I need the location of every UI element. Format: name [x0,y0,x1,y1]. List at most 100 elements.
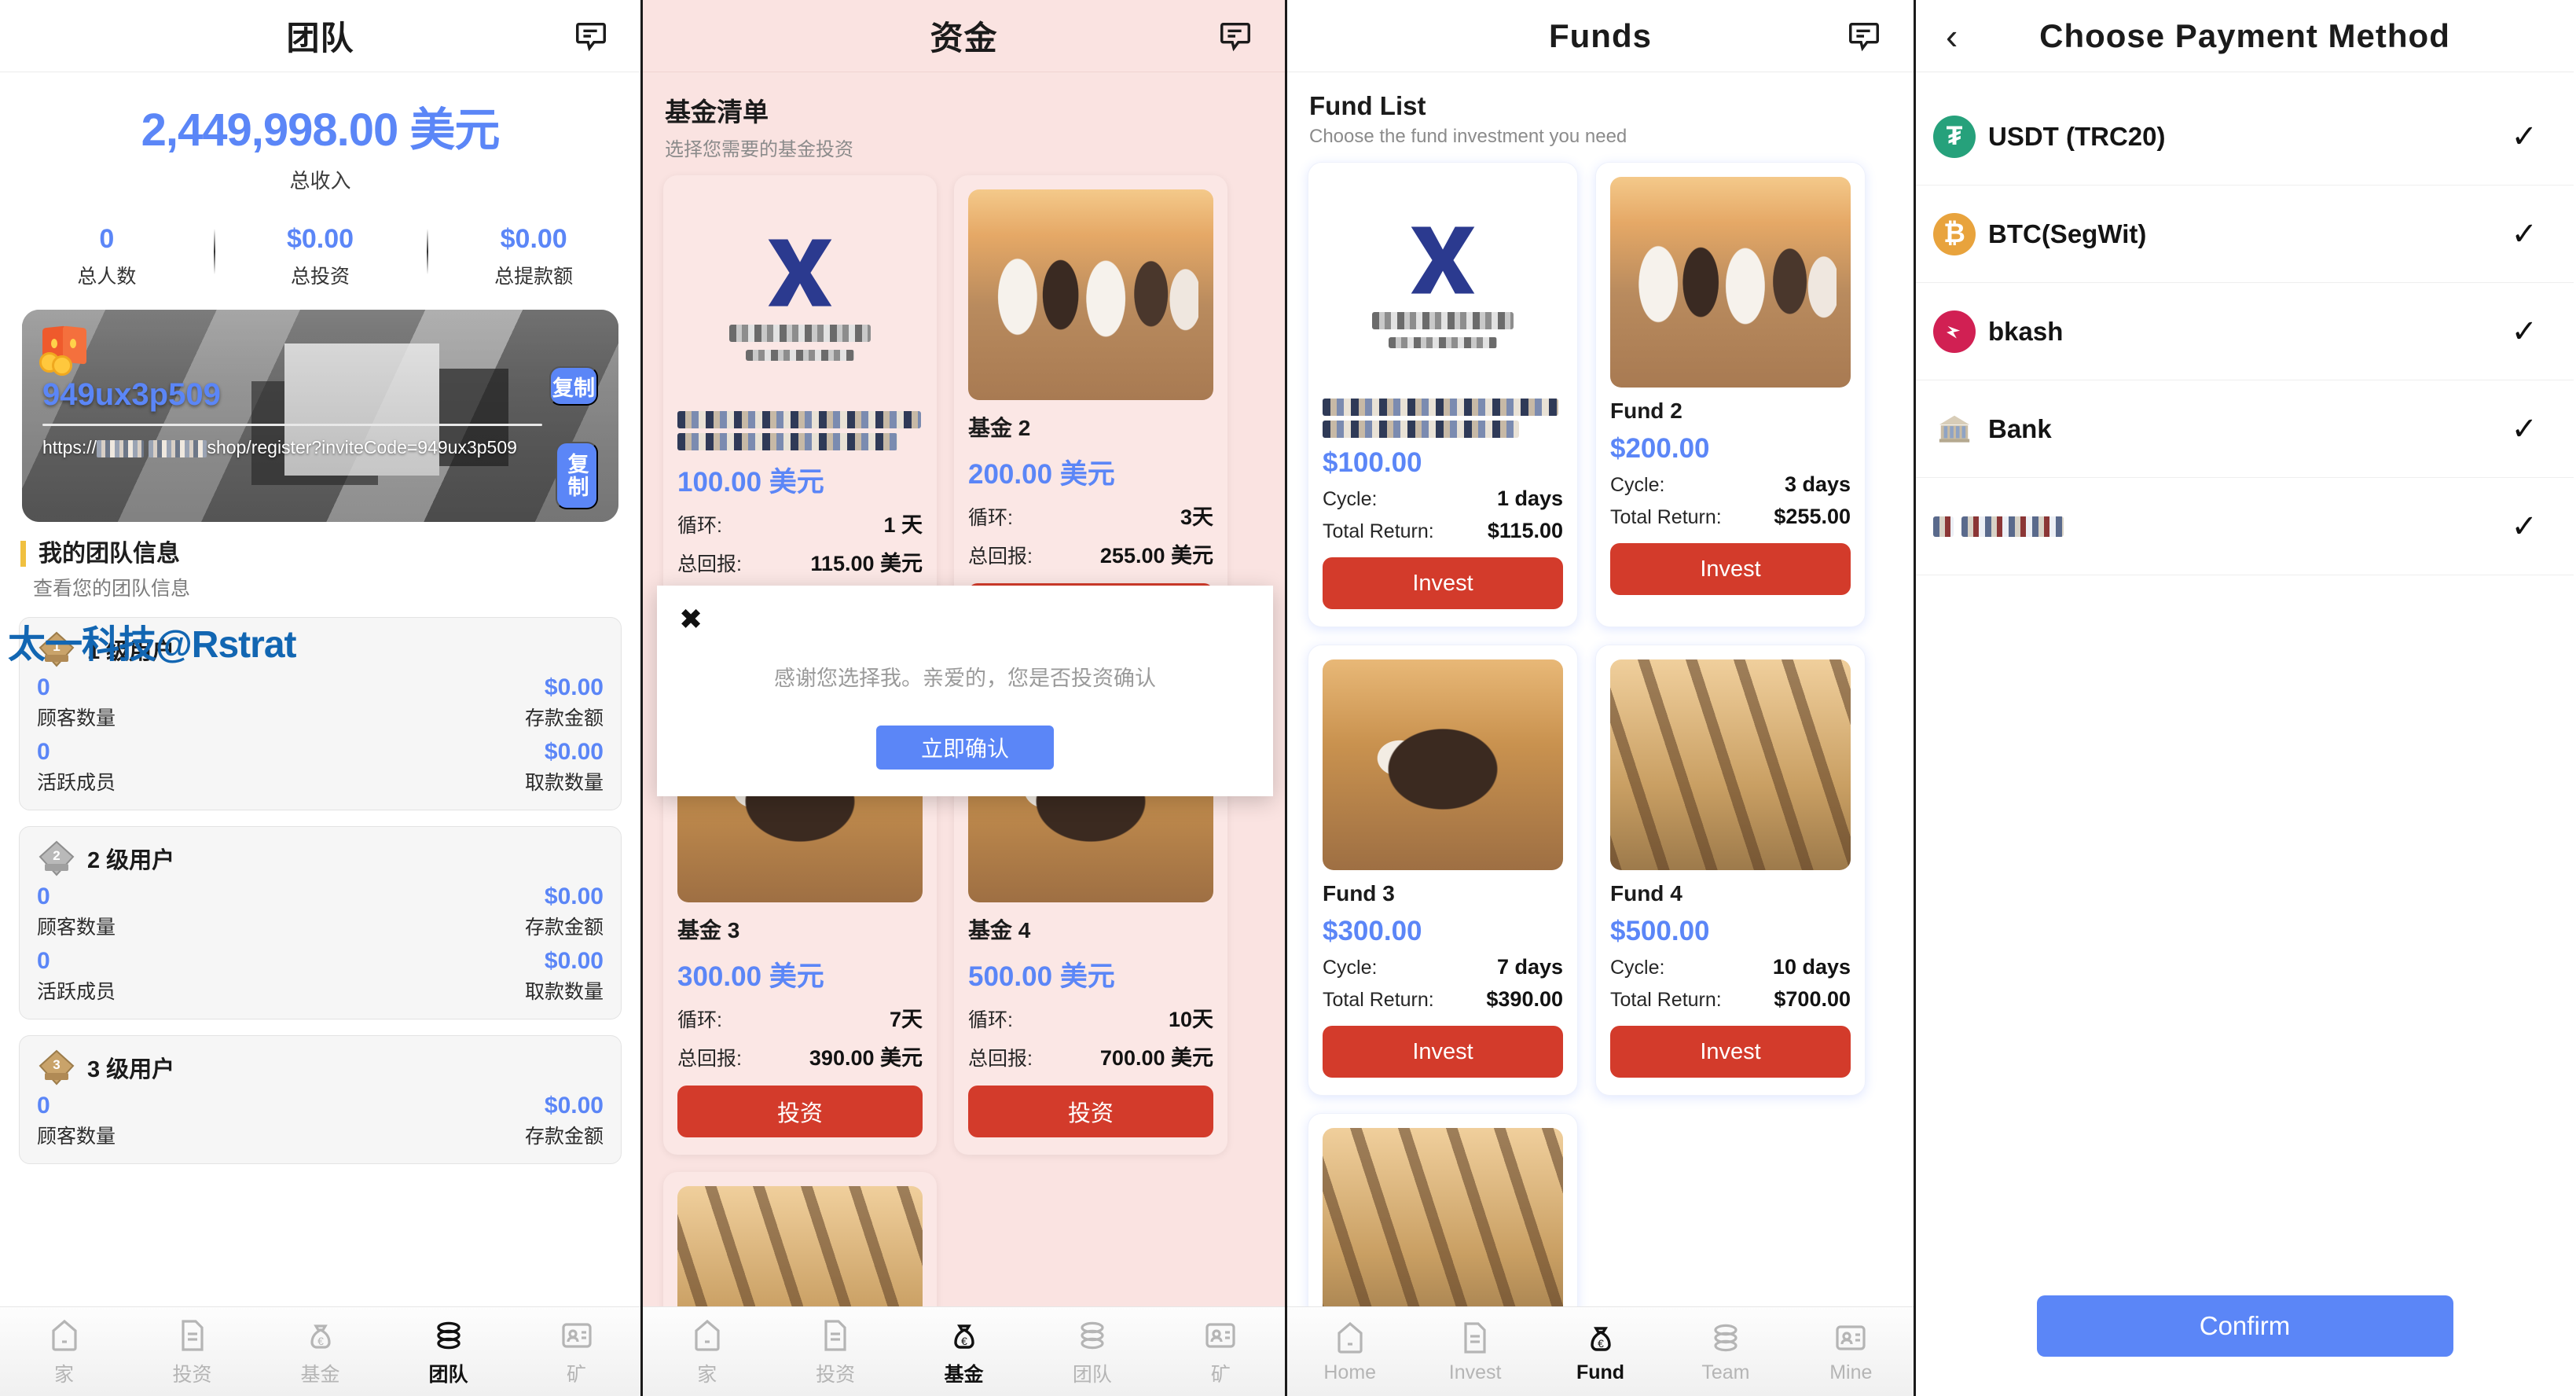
payment-method-label: Bank [1988,413,2052,443]
level-customers-label: 顾客数量 [37,917,116,939]
panel4-header: ‹ Choose Payment Method [1916,0,2574,72]
cycle-value: 1 days [1496,487,1563,510]
stat-total-people: 0 总人数 [0,224,214,289]
fund-card[interactable]: $100.00 Cycle: 1 days Total Return: $115… [1308,162,1578,627]
payment-method-usdt[interactable]: ₮ USDT (TRC20) ✓ [1916,88,2574,186]
my-team-section-header: 我的团队信息 查看您的团队信息 [20,541,640,601]
bank-icon [1933,408,1976,450]
nav-item-home[interactable]: 家 [0,1307,128,1396]
invite-card: 949ux3p509 https:// shop/register?invite… [22,310,618,522]
modal-message: 感谢您选择我。亲爱的，您是否投资确认 [774,667,1156,690]
level-title: 2 级用户 [87,848,175,873]
level-active-label: 活跃成员 [37,772,116,794]
return-value: $255.00 [1774,505,1851,528]
check-icon: ✓ [2511,119,2537,154]
stat-total-withdrawal: $0.00 总提款额 [427,224,640,289]
confirm-button[interactable]: Confirm [2036,1295,2453,1357]
document-icon [174,1317,211,1354]
nav-label: Team [1701,1361,1750,1383]
level-deposit-label: 存款金额 [524,1126,604,1148]
copy-link-button[interactable]: 复制 [556,442,598,509]
payment-method-label: bkash [1988,316,2064,346]
invest-button[interactable]: Invest [1610,1026,1851,1078]
nav-item-invest[interactable]: 投资 [128,1307,256,1396]
coins-icon [1707,1319,1745,1357]
copy-code-button[interactable]: 复制 [549,366,598,406]
check-icon: ✓ [2511,216,2537,252]
fund-image-cow [1323,659,1563,870]
level-deposit-value: $0.00 [544,674,604,700]
nav-label: 矿 [566,1363,586,1386]
document-icon [1456,1319,1494,1357]
fund-cycle-row: Cycle: 10 days [1610,955,1851,979]
svg-text:€: € [1598,1337,1604,1350]
invest-button[interactable]: Invest [1323,1026,1563,1078]
level-withdraw-label: 取款数量 [524,981,604,1003]
fund-logo [1323,177,1563,388]
nav-label: 家 [53,1363,74,1386]
nav-item-fund[interactable]: € 基金 [256,1307,384,1396]
fund-name: Fund 2 [1610,399,1682,423]
level-withdraw-value: $0.00 [544,739,604,765]
fund-list-subtitle: Choose the fund investment you need [1309,126,1627,147]
return-label: Total Return: [1610,506,1722,528]
nav-item-mine[interactable]: Mine [1789,1307,1914,1396]
invest-button[interactable]: Invest [1323,557,1563,609]
modal-confirm-button[interactable]: 立即确认 [876,726,1054,770]
stat-value: 0 [99,224,115,254]
invite-code: 949ux3p509 [42,377,221,412]
masked-text [1389,337,1497,348]
payment-method-bkash[interactable]: bkash ✓ [1916,283,2574,380]
payment-method-btc[interactable]: ₿ BTC(SegWit) ✓ [1916,186,2574,283]
level-active-value: 0 [37,948,50,974]
fund-name: Fund 3 [1323,881,1395,906]
masked-icon [1933,516,2064,537]
nav-item-fund[interactable]: € Fund [1538,1307,1663,1396]
close-icon[interactable]: ✖ [679,603,703,636]
fund-card[interactable]: Fund 2 $200.00 Cycle: 3 days Total Retur… [1595,162,1866,627]
stat-value: $0.00 [500,224,567,254]
level-customers-value: 0 [37,1093,50,1119]
level-withdraw: $0.00 取款数量 [525,739,604,795]
level-customers-value: 0 [37,674,50,700]
level-customers-value: 0 [37,884,50,909]
svg-text:3: 3 [53,1057,60,1072]
level-deposit: $0.00 存款金额 [525,674,604,731]
level-withdraw-label: 取款数量 [524,772,604,794]
nav-item-mine[interactable]: 矿 [512,1307,640,1396]
cycle-label: Cycle: [1610,957,1665,979]
svg-text:2: 2 [53,848,60,863]
check-icon: ✓ [2511,314,2537,349]
fund-price: $200.00 [1610,433,1710,464]
bottom-nav-en: Home Invest € Fund Team Mine [1287,1306,1914,1396]
invest-button[interactable]: Invest [1610,543,1851,595]
invite-url-prefix: https:// [42,437,97,457]
ticket-coins-icon [39,325,93,376]
stat-value: $0.00 [286,224,354,254]
payment-method-bank[interactable]: Bank ✓ [1916,380,2574,478]
fund-name-masked [1323,399,1563,438]
cycle-value: 7 days [1496,955,1563,979]
fund-cycle-row: Cycle: 3 days [1610,472,1851,497]
bottom-nav-zh-team: 家 投资 € 基金 团队 矿 [0,1306,640,1396]
page-title: Funds [1549,17,1652,54]
level-card-3[interactable]: 3 3 级用户 0 顾客数量 $0.00 存款金额 [19,1035,622,1164]
section-subtitle: 查看您的团队信息 [33,578,191,600]
fund-card[interactable]: Fund 3 $300.00 Cycle: 7 days Total Retur… [1308,645,1578,1096]
level-customers: 0 顾客数量 [37,884,116,940]
team-hero: 2,449,998.00 美元 总收入 [0,72,640,205]
chat-icon[interactable] [573,18,609,54]
nav-item-team[interactable]: Team [1663,1307,1788,1396]
nav-item-invest[interactable]: Invest [1412,1307,1537,1396]
nav-label: Mine [1829,1361,1873,1383]
level-card-2[interactable]: 2 2 级用户 0 顾客数量 $0.00 存款金额 0 活跃成员 $0.00 取… [19,826,622,1019]
nav-item-home[interactable]: Home [1287,1307,1412,1396]
chevron-left-icon[interactable]: ‹ [1946,18,1958,54]
nav-item-team[interactable]: 团队 [384,1307,512,1396]
chat-icon[interactable] [1846,18,1882,54]
payment-method-masked[interactable]: ✓ [1916,478,2574,575]
fund-return-row: Total Return: $390.00 [1323,987,1563,1012]
level-customers: 0 顾客数量 [37,1093,116,1149]
return-label: Total Return: [1323,520,1434,542]
fund-card[interactable]: Fund 4 $500.00 Cycle: 10 days Total Retu… [1595,645,1866,1096]
